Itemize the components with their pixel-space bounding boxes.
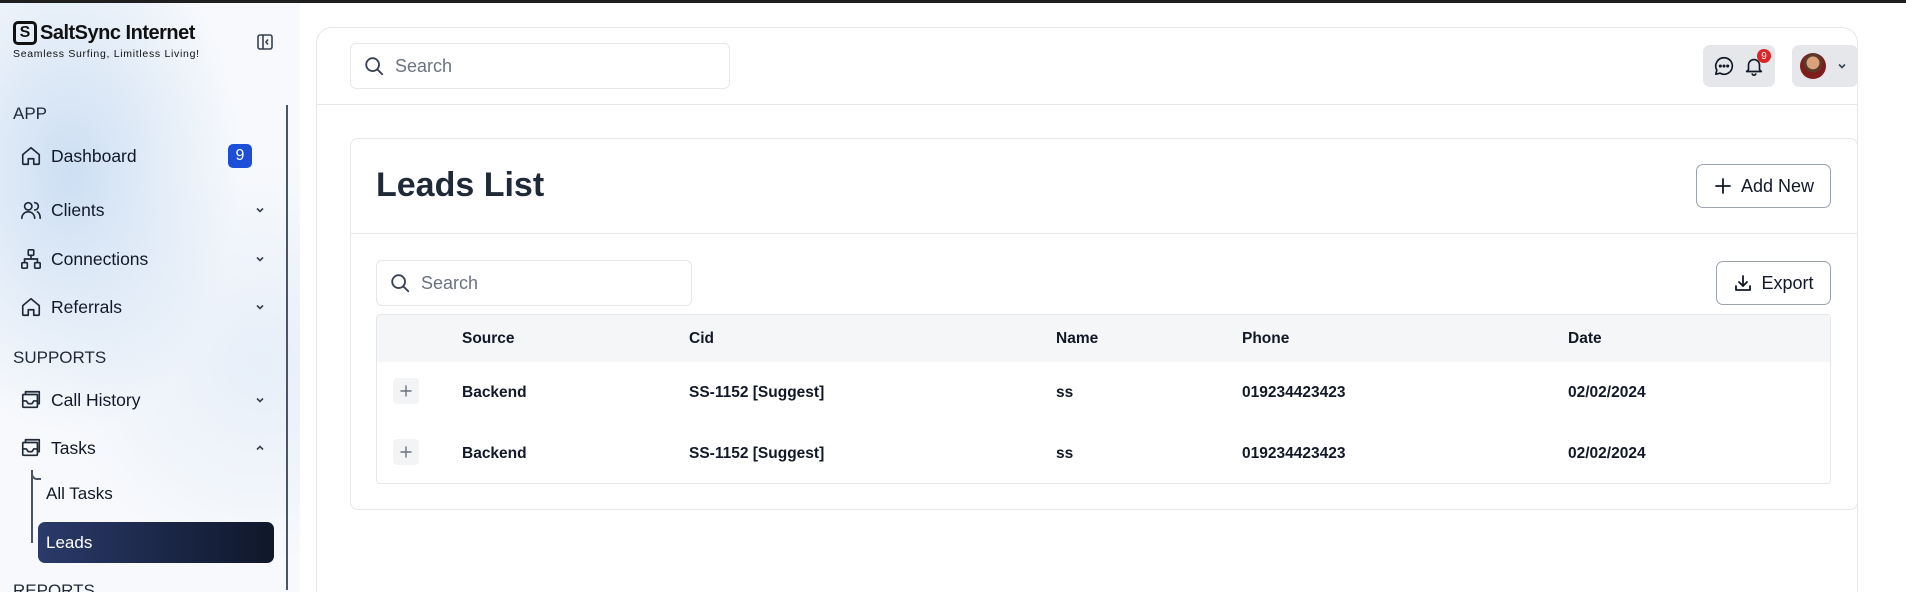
expand-row-button[interactable] [393, 378, 419, 404]
brand-name: SaltSync Internet [40, 21, 195, 44]
plus-icon [400, 446, 412, 458]
column-header-name[interactable]: Name [1056, 330, 1098, 348]
user-menu[interactable] [1792, 45, 1858, 87]
header-action-group: 9 [1703, 45, 1775, 87]
network-icon [21, 249, 41, 269]
global-search-input[interactable] [395, 55, 729, 77]
download-icon [1735, 275, 1752, 291]
cell-name: ss [1056, 445, 1074, 462]
chevron-up-icon [256, 445, 264, 451]
chevron-down-icon [256, 207, 264, 213]
sidebar-item-label: Tasks [51, 437, 96, 458]
sidebar-item-dashboard[interactable]: Dashboard 9 [20, 138, 270, 174]
plus-icon [1715, 178, 1731, 194]
sidebar-item-label: Clients [51, 199, 105, 220]
sidebar-subitem-all-tasks[interactable]: All Tasks [46, 484, 113, 504]
cell-date: 02/02/2024 [1568, 445, 1646, 462]
add-new-label: Add New [1740, 175, 1815, 196]
chevron-down-icon [256, 397, 264, 403]
cell-cid: SS-1152 [Suggest] [689, 384, 825, 401]
search-icon [365, 57, 384, 76]
table-header: Source Cid Name Phone Date [377, 315, 1830, 362]
leads-table: Source Cid Name Phone Date Backend SS-11… [376, 314, 1831, 484]
expand-row-button[interactable] [393, 439, 419, 465]
sidebar-subitem-leads[interactable]: Leads [38, 522, 274, 563]
chevron-down-icon [256, 304, 264, 310]
sidebar-item-tasks[interactable]: Tasks [20, 430, 270, 466]
global-search[interactable] [350, 43, 730, 89]
search-icon [391, 274, 410, 293]
column-header-date[interactable]: Date [1568, 330, 1602, 348]
section-label-supports: SUPPORTS [13, 348, 107, 367]
sidebar-item-referrals[interactable]: Referrals [20, 289, 270, 325]
users-icon [21, 201, 41, 220]
sidebar-divider [286, 105, 288, 590]
cell-source: Backend [462, 445, 527, 462]
chevron-down-icon [1838, 63, 1846, 69]
avatar [1800, 53, 1826, 79]
table-search-input[interactable] [421, 272, 691, 294]
chevron-down-icon [256, 256, 264, 262]
table-row[interactable]: Backend SS-1152 [Suggest] ss 01923442342… [377, 423, 1830, 483]
page-title: Leads List [376, 166, 545, 204]
sidebar-item-connections[interactable]: Connections [20, 241, 270, 277]
table-search[interactable] [376, 260, 692, 306]
export-button[interactable]: Export [1716, 261, 1831, 305]
brand-logo[interactable]: S SaltSync Internet Seamless Surfing, Li… [13, 21, 200, 60]
column-header-phone[interactable]: Phone [1242, 330, 1289, 348]
chat-icon[interactable] [1713, 55, 1735, 77]
sidebar-subitem-label: Leads [46, 532, 93, 552]
home-icon [21, 297, 41, 317]
card-header-divider [350, 233, 1858, 234]
sidebar-item-label: Connections [51, 248, 149, 269]
dashboard-count-badge: 9 [228, 144, 252, 168]
cell-phone: 019234423423 [1242, 445, 1346, 462]
header-divider [316, 104, 1858, 105]
notifications-button[interactable]: 9 [1743, 49, 1771, 77]
home-icon [21, 146, 41, 166]
export-label: Export [1761, 272, 1814, 293]
inbox-icon [21, 438, 41, 457]
logo-row: S SaltSync Internet [13, 21, 200, 45]
section-label-app: APP [13, 104, 48, 123]
sidebar-item-clients[interactable]: Clients [20, 192, 270, 228]
plus-icon [400, 385, 412, 397]
notification-count-badge: 9 [1757, 49, 1771, 63]
column-header-cid[interactable]: Cid [689, 330, 714, 348]
cell-date: 02/02/2024 [1568, 384, 1646, 401]
table-row[interactable]: Backend SS-1152 [Suggest] ss 01923442342… [377, 362, 1830, 423]
cell-name: ss [1056, 384, 1074, 401]
sidebar-item-label: Referrals [51, 296, 122, 317]
cell-cid: SS-1152 [Suggest] [689, 445, 825, 462]
column-header-source[interactable]: Source [462, 330, 515, 348]
cell-phone: 019234423423 [1242, 384, 1346, 401]
section-label-reports: REPORTS [13, 581, 95, 592]
inbox-icon [21, 390, 41, 409]
logo-mark-icon: S [13, 21, 37, 45]
sidebar-collapse-icon[interactable] [256, 33, 274, 51]
add-new-button[interactable]: Add New [1696, 164, 1831, 208]
brand-tagline: Seamless Surfing, Limitless Living! [13, 48, 200, 60]
cell-source: Backend [462, 384, 527, 401]
tree-branch [31, 470, 41, 480]
sidebar-item-label: Dashboard [51, 145, 137, 166]
sidebar-item-call-history[interactable]: Call History [20, 382, 270, 418]
sidebar-item-label: Call History [51, 389, 141, 410]
